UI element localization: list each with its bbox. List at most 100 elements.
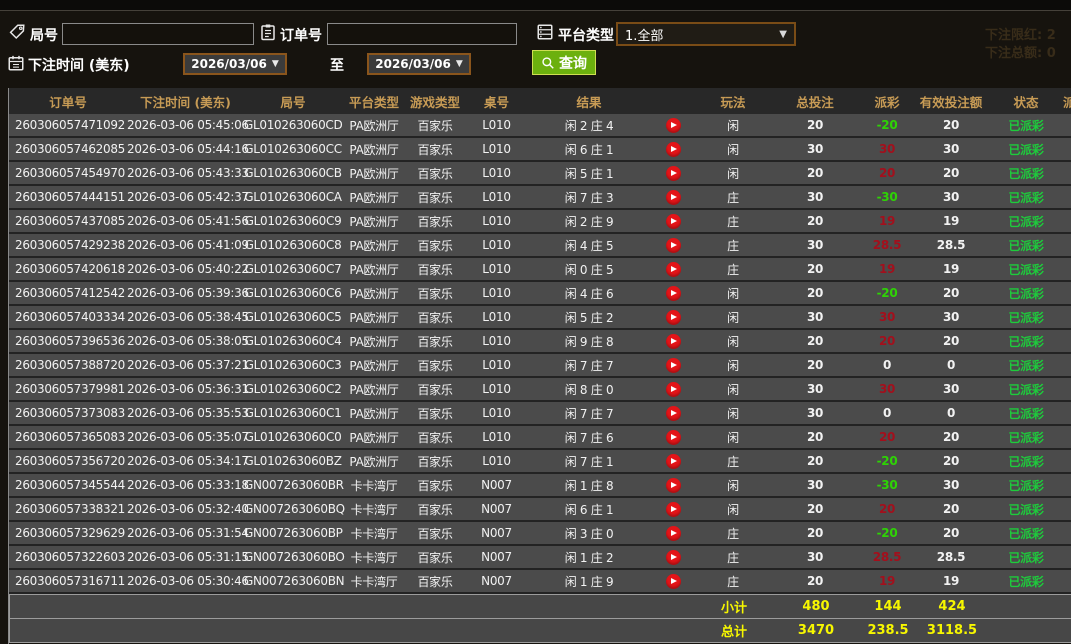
cell-status: 已派彩 bbox=[989, 285, 1063, 302]
cell-bet-time: 2026-03-06 05:45:06 bbox=[127, 118, 244, 132]
cell-round-id: GL010263060CB bbox=[244, 166, 342, 180]
cell-result: 闲 7 庄 1 bbox=[529, 453, 649, 470]
cell-payout: 20 bbox=[861, 334, 913, 348]
cell-table-no: L010 bbox=[464, 190, 529, 204]
cell-table-no: N007 bbox=[464, 478, 529, 492]
play-video-icon[interactable] bbox=[666, 142, 681, 157]
cell-play bbox=[649, 526, 697, 541]
table-row: 2603060573167112026-03-06 05:30:46GN0072… bbox=[9, 570, 1071, 594]
cell-total-bet: 30 bbox=[769, 382, 861, 396]
cell-payout: 30 bbox=[861, 310, 913, 324]
cell-order-id: 260306057379981 bbox=[9, 382, 127, 396]
cell-payout: 30 bbox=[861, 382, 913, 396]
order-no-input[interactable] bbox=[327, 23, 517, 45]
cell-result: 闲 5 庄 2 bbox=[529, 309, 649, 326]
col-header-round-id: 局号 bbox=[244, 92, 342, 111]
cell-platform: PA欧洲厅 bbox=[342, 381, 406, 398]
cell-table-no: L010 bbox=[464, 142, 529, 156]
round-no-input[interactable] bbox=[62, 23, 254, 45]
play-video-icon[interactable] bbox=[666, 502, 681, 517]
cell-play-type: 庄 bbox=[697, 189, 769, 206]
play-video-icon[interactable] bbox=[666, 310, 681, 325]
cell-valid-bet: 20 bbox=[913, 526, 989, 540]
cell-platform: PA欧洲厅 bbox=[342, 357, 406, 374]
play-video-icon[interactable] bbox=[666, 526, 681, 541]
cell-table-no: N007 bbox=[464, 574, 529, 588]
cell-play bbox=[649, 310, 697, 325]
cell-payout: -20 bbox=[861, 526, 913, 540]
play-video-icon[interactable] bbox=[666, 190, 681, 205]
date-to-picker[interactable]: 2026/03/06 ▼ bbox=[367, 53, 471, 75]
play-video-icon[interactable] bbox=[666, 358, 681, 373]
grand-total-row-valid-bet: 3118.5 bbox=[914, 623, 990, 638]
cell-payout: 20 bbox=[861, 166, 913, 180]
cell-status: 已派彩 bbox=[989, 261, 1063, 278]
cell-play bbox=[649, 286, 697, 301]
query-button[interactable]: 查询 bbox=[532, 50, 596, 75]
play-video-icon[interactable] bbox=[666, 550, 681, 565]
cell-order-id: 260306057437085 bbox=[9, 214, 127, 228]
play-video-icon[interactable] bbox=[666, 238, 681, 253]
cell-bet-time: 2026-03-06 05:40:22 bbox=[127, 262, 244, 276]
grand-total-row: 总计3470238.53118.5 bbox=[9, 618, 1071, 643]
play-video-icon[interactable] bbox=[666, 382, 681, 397]
platform-type-select[interactable]: 1.全部 ▼ bbox=[616, 22, 796, 46]
cell-play-type: 闲 bbox=[697, 477, 769, 494]
cell-total-bet: 20 bbox=[769, 454, 861, 468]
cell-valid-bet: 20 bbox=[913, 286, 989, 300]
col-header-status: 状态 bbox=[989, 92, 1063, 111]
play-video-icon[interactable] bbox=[666, 334, 681, 349]
play-video-icon[interactable] bbox=[666, 118, 681, 133]
play-video-icon[interactable] bbox=[666, 286, 681, 301]
cell-round-id: GL010263060C0 bbox=[244, 430, 342, 444]
cell-game-type: 百家乐 bbox=[406, 285, 464, 302]
col-header-bet-time: 下注时间 (美东) bbox=[127, 92, 244, 111]
play-video-icon[interactable] bbox=[666, 478, 681, 493]
table-row: 2603060574710922026-03-06 05:45:06GL0102… bbox=[9, 114, 1071, 138]
table-row: 2603060573296292026-03-06 05:31:54GN0072… bbox=[9, 522, 1071, 546]
cell-platform: 卡卡湾厅 bbox=[342, 549, 406, 566]
cell-bet-time: 2026-03-06 05:41:56 bbox=[127, 214, 244, 228]
date-from-picker[interactable]: 2026/03/06 ▼ bbox=[183, 53, 287, 75]
cell-play bbox=[649, 574, 697, 589]
cell-table-no: L010 bbox=[464, 118, 529, 132]
cell-platform: PA欧洲厅 bbox=[342, 453, 406, 470]
cell-valid-bet: 30 bbox=[913, 190, 989, 204]
play-video-icon[interactable] bbox=[666, 262, 681, 277]
cell-status: 已派彩 bbox=[989, 141, 1063, 158]
cell-bet-time: 2026-03-06 05:37:21 bbox=[127, 358, 244, 372]
cell-play bbox=[649, 262, 697, 277]
bet-time-label: 下注时间 (美东) bbox=[28, 55, 130, 75]
bet-records-page: 下注限红: 2 下注总额: 0 局号 订单号 平台类型 1.全部 ▼ 下注时间 … bbox=[0, 0, 1071, 644]
search-icon bbox=[541, 56, 555, 70]
cell-result: 闲 9 庄 8 bbox=[529, 333, 649, 350]
cell-valid-bet: 30 bbox=[913, 142, 989, 156]
cell-platform: PA欧洲厅 bbox=[342, 285, 406, 302]
col-header-payout-time: 派彩时间 bbox=[1063, 92, 1071, 111]
cell-platform: PA欧洲厅 bbox=[342, 309, 406, 326]
col-header-valid-bet: 有效投注额 bbox=[913, 92, 989, 111]
play-video-icon[interactable] bbox=[666, 574, 681, 589]
cell-valid-bet: 0 bbox=[913, 406, 989, 420]
cell-order-id: 260306057316711 bbox=[9, 574, 127, 588]
cell-payout: 30 bbox=[861, 142, 913, 156]
cell-order-id: 260306057396536 bbox=[9, 334, 127, 348]
play-video-icon[interactable] bbox=[666, 454, 681, 469]
platform-type-label: 平台类型 bbox=[558, 25, 614, 45]
play-video-icon[interactable] bbox=[666, 430, 681, 445]
play-video-icon[interactable] bbox=[666, 406, 681, 421]
cell-platform: PA欧洲厅 bbox=[342, 261, 406, 278]
table-row: 2603060573567202026-03-06 05:34:17GL0102… bbox=[9, 450, 1071, 474]
cell-platform: 卡卡湾厅 bbox=[342, 525, 406, 542]
cell-play bbox=[649, 118, 697, 133]
cell-order-id: 260306057403334 bbox=[9, 310, 127, 324]
play-video-icon[interactable] bbox=[666, 214, 681, 229]
play-video-icon[interactable] bbox=[666, 166, 681, 181]
cell-valid-bet: 20 bbox=[913, 166, 989, 180]
cell-table-no: N007 bbox=[464, 502, 529, 516]
cell-table-no: L010 bbox=[464, 166, 529, 180]
table-row: 2603060574292382026-03-06 05:41:09GL0102… bbox=[9, 234, 1071, 258]
table-row: 2603060574620852026-03-06 05:44:16GL0102… bbox=[9, 138, 1071, 162]
background-bet-total-text: 下注总额: 0 bbox=[985, 42, 1056, 61]
cell-valid-bet: 20 bbox=[913, 502, 989, 516]
